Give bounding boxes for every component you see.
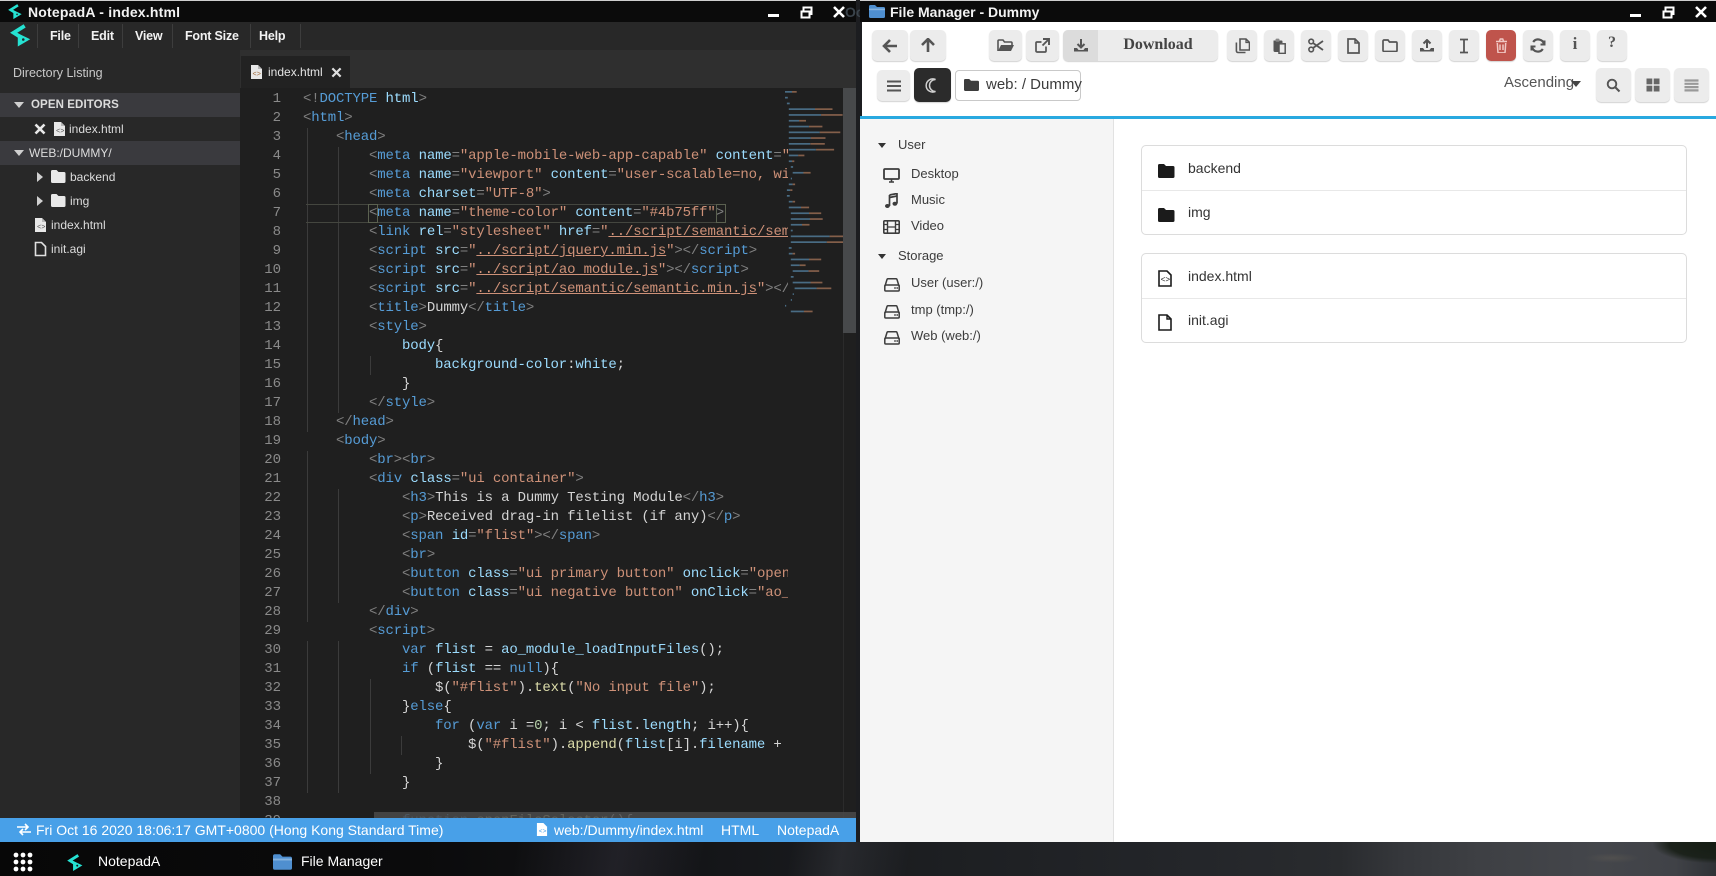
svg-text:<>: <> bbox=[253, 71, 261, 79]
svg-text:<>: <> bbox=[539, 828, 547, 835]
svg-text:<>: <> bbox=[37, 224, 45, 232]
svg-text:<>: <> bbox=[1161, 276, 1171, 285]
svg-text:<>: <> bbox=[56, 128, 64, 136]
